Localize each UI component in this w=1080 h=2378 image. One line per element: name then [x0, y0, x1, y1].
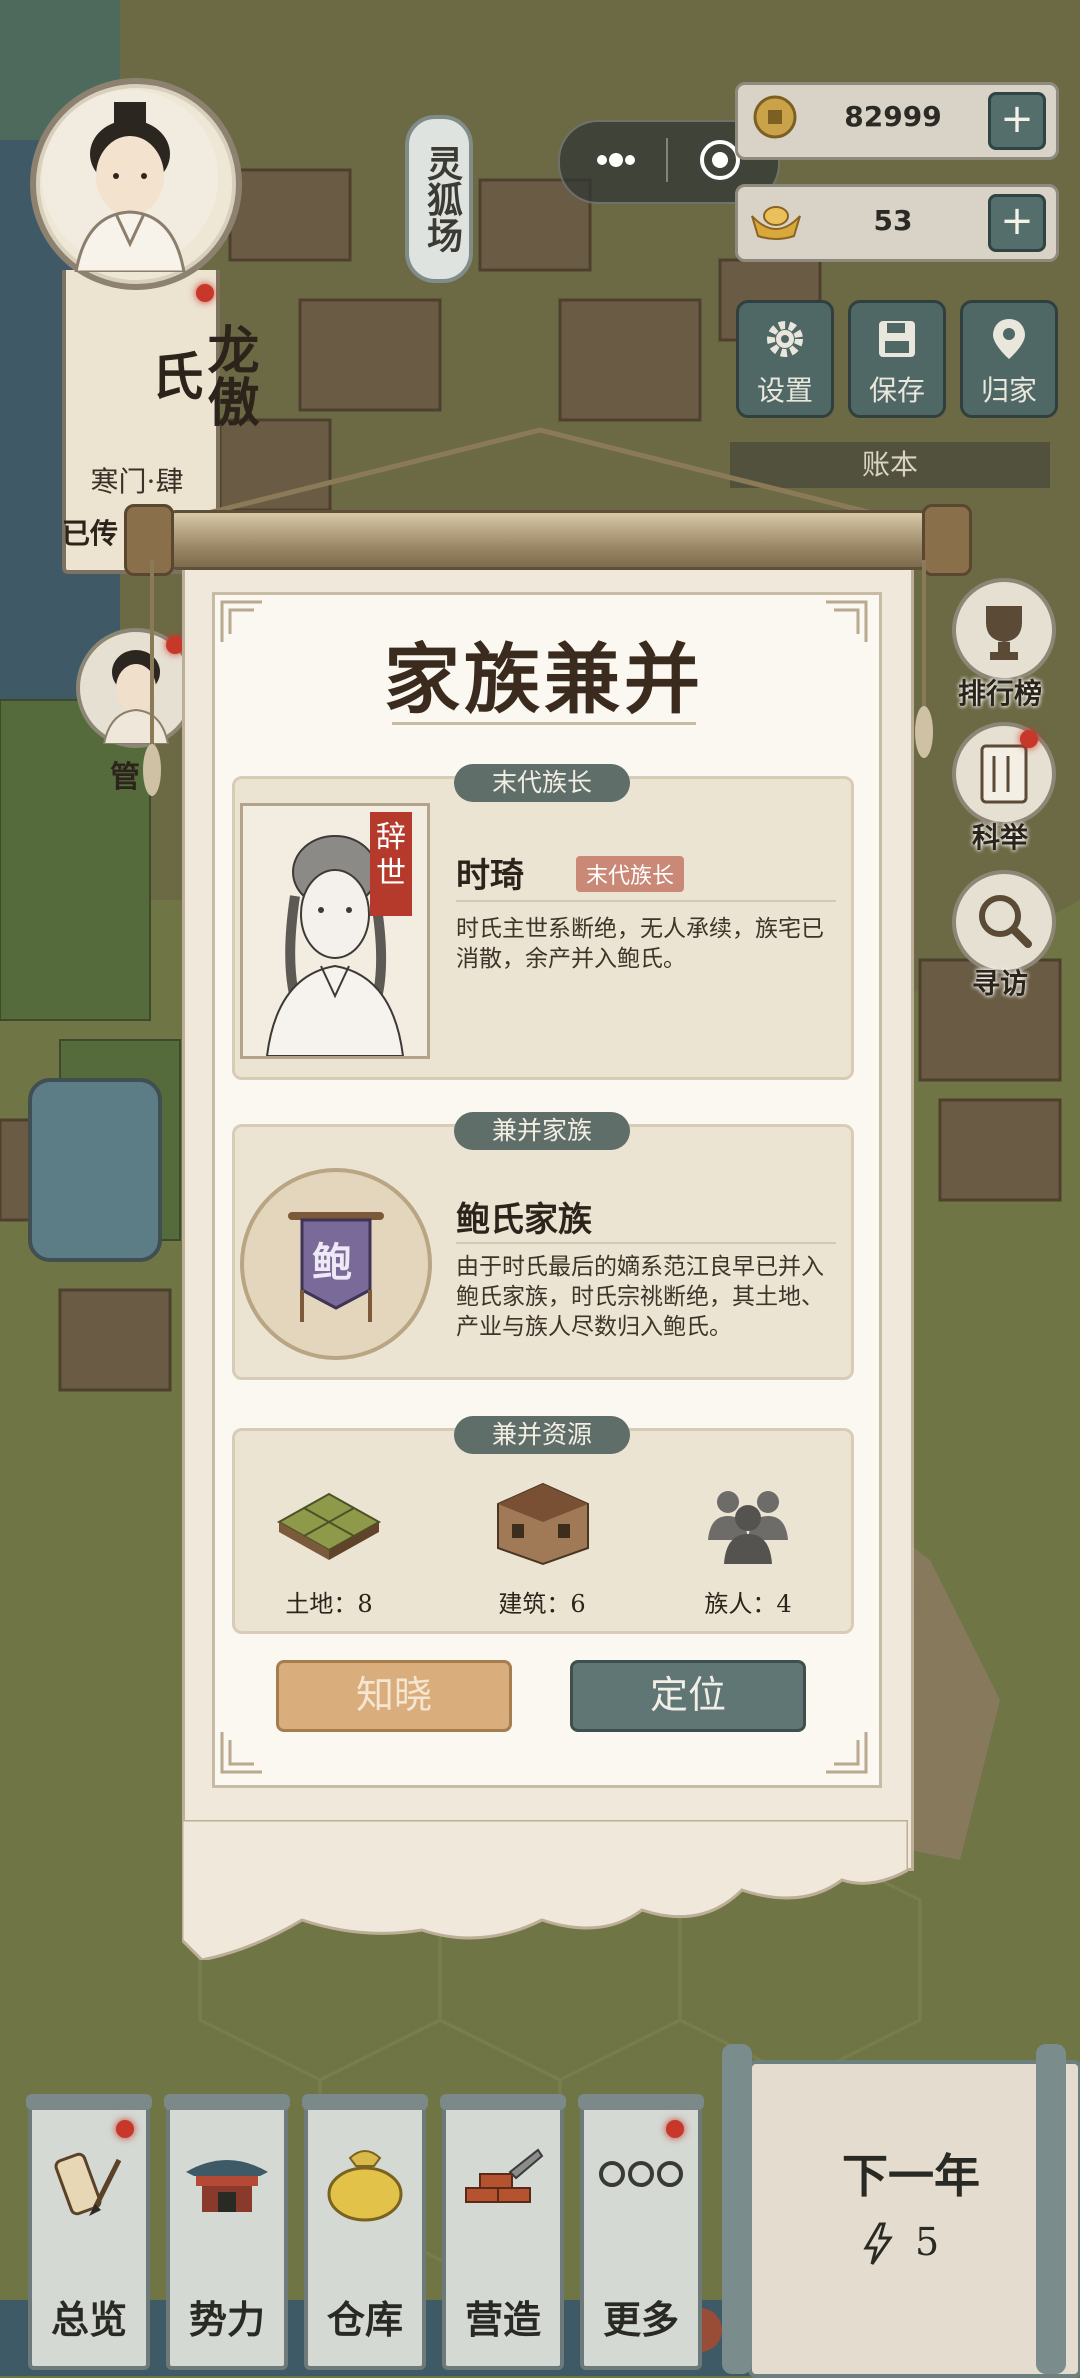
player-portrait-icon [42, 90, 218, 274]
overview-alert-dot [116, 2120, 134, 2138]
people-count: 族人：4 [704, 1590, 792, 1618]
exam-alert-dot [1020, 730, 1038, 748]
settings-button[interactable]: 设置 [736, 300, 834, 418]
title-divider [392, 722, 696, 725]
right-tassel [915, 560, 933, 758]
nav-warehouse[interactable]: 仓库 [302, 2094, 428, 2370]
player-status: 已传 [62, 517, 119, 550]
merging-family-section-title: 兼并家族 [454, 1112, 630, 1150]
merged-resources-section-title: 兼并资源 [454, 1416, 630, 1454]
add-ingots-button[interactable]: + [988, 194, 1046, 252]
merging-family-description: 由于时氏最后的嫡系范江良早已并入鲍氏家族，时氏宗祧断绝，其土地、产业与族人尽数归… [456, 1254, 824, 1340]
pavilion-icon [186, 2160, 268, 2212]
trophy-icon [986, 606, 1022, 660]
nav-power-label: 势力 [188, 2297, 265, 2342]
merging-family-name: 鲍氏家族 [456, 1200, 592, 1240]
last-leader-badge: 末代族长 [576, 856, 685, 892]
scroll-rod [150, 510, 946, 570]
location-pin-icon [993, 319, 1025, 359]
capsule-divider [666, 138, 668, 182]
nav-overview[interactable]: 总览 [26, 2094, 152, 2370]
nav-power[interactable]: 势力 [164, 2094, 290, 2370]
left-tassel [143, 560, 161, 796]
leader-divider [456, 900, 836, 902]
imperial-exam-label: 科举 [971, 821, 1028, 854]
gear-icon [767, 321, 803, 357]
floppy-disk-icon [879, 321, 915, 357]
nav-warehouse-label: 仓库 [326, 2297, 403, 2342]
save-button[interactable]: 保存 [848, 300, 946, 418]
return-home-button[interactable]: 归家 [960, 300, 1058, 418]
player-alert-dot [196, 284, 214, 302]
more-alert-dot [666, 2120, 684, 2138]
ingot-amount: 53 [873, 204, 913, 237]
save-label: 保存 [868, 374, 925, 407]
energy-count: 5 [915, 2220, 940, 2264]
bricks-trowel-icon [465, 2148, 544, 2203]
visit-label: 寻访 [971, 967, 1028, 1000]
next-year-label: 下一年 [842, 2149, 980, 2203]
lightning-icon [860, 2222, 896, 2266]
family-divider [456, 1242, 836, 1244]
acknowledge-button[interactable]: 知晓 [276, 1660, 512, 1732]
visit-button[interactable] [952, 870, 1056, 974]
deceased-tag: 辞世 [370, 812, 412, 916]
modal-title: 家族兼并 [384, 635, 704, 724]
return-home-label: 归家 [980, 374, 1037, 407]
settings-label: 设置 [756, 374, 813, 407]
next-year-right-rod [1036, 2044, 1066, 2374]
leader-description: 时氏主世系断绝，无人承续，族宅已消散，余产并入鲍氏。 [456, 916, 824, 972]
player-avatar[interactable] [30, 78, 242, 290]
building-icon [488, 1478, 598, 1566]
people-icon [698, 1484, 798, 1564]
nav-more-label: 更多 [602, 2297, 679, 2342]
place-label: 灵狐场 [405, 115, 473, 283]
last-leader-section-title: 末代族长 [454, 764, 630, 802]
magnifier-icon [979, 895, 1032, 948]
nav-more[interactable]: 更多 [578, 2094, 704, 2370]
ranking-label: 排行榜 [957, 677, 1042, 710]
imperial-exam-button[interactable] [952, 722, 1056, 826]
family-emblem-char: 鲍 [312, 1239, 352, 1286]
gold-ingot-icon [748, 198, 804, 242]
coin-amount: 82999 [844, 100, 942, 133]
nav-overview-label: 总览 [50, 2297, 127, 2342]
scroll-brush-icon [54, 2152, 122, 2216]
next-year-left-rod [722, 2044, 752, 2374]
building-count: 建筑：6 [498, 1590, 586, 1618]
ranking-button[interactable] [952, 578, 1056, 682]
nav-construction[interactable]: 营造 [440, 2094, 566, 2370]
next-year-button[interactable] [748, 2060, 1080, 2378]
land-icon [274, 1484, 384, 1564]
sack-icon [327, 2150, 403, 2222]
more-options-icon[interactable] [586, 138, 646, 182]
land-count: 土地：8 [285, 1590, 373, 1618]
nav-construction-label: 营造 [464, 2297, 541, 2342]
locate-button[interactable]: 定位 [570, 1660, 806, 1732]
more-dots-icon [599, 2161, 683, 2187]
coin-icon [752, 94, 798, 140]
add-coins-button[interactable]: + [988, 92, 1046, 150]
torn-paper-edge [182, 1820, 908, 1960]
leader-name: 时琦 [456, 856, 524, 896]
